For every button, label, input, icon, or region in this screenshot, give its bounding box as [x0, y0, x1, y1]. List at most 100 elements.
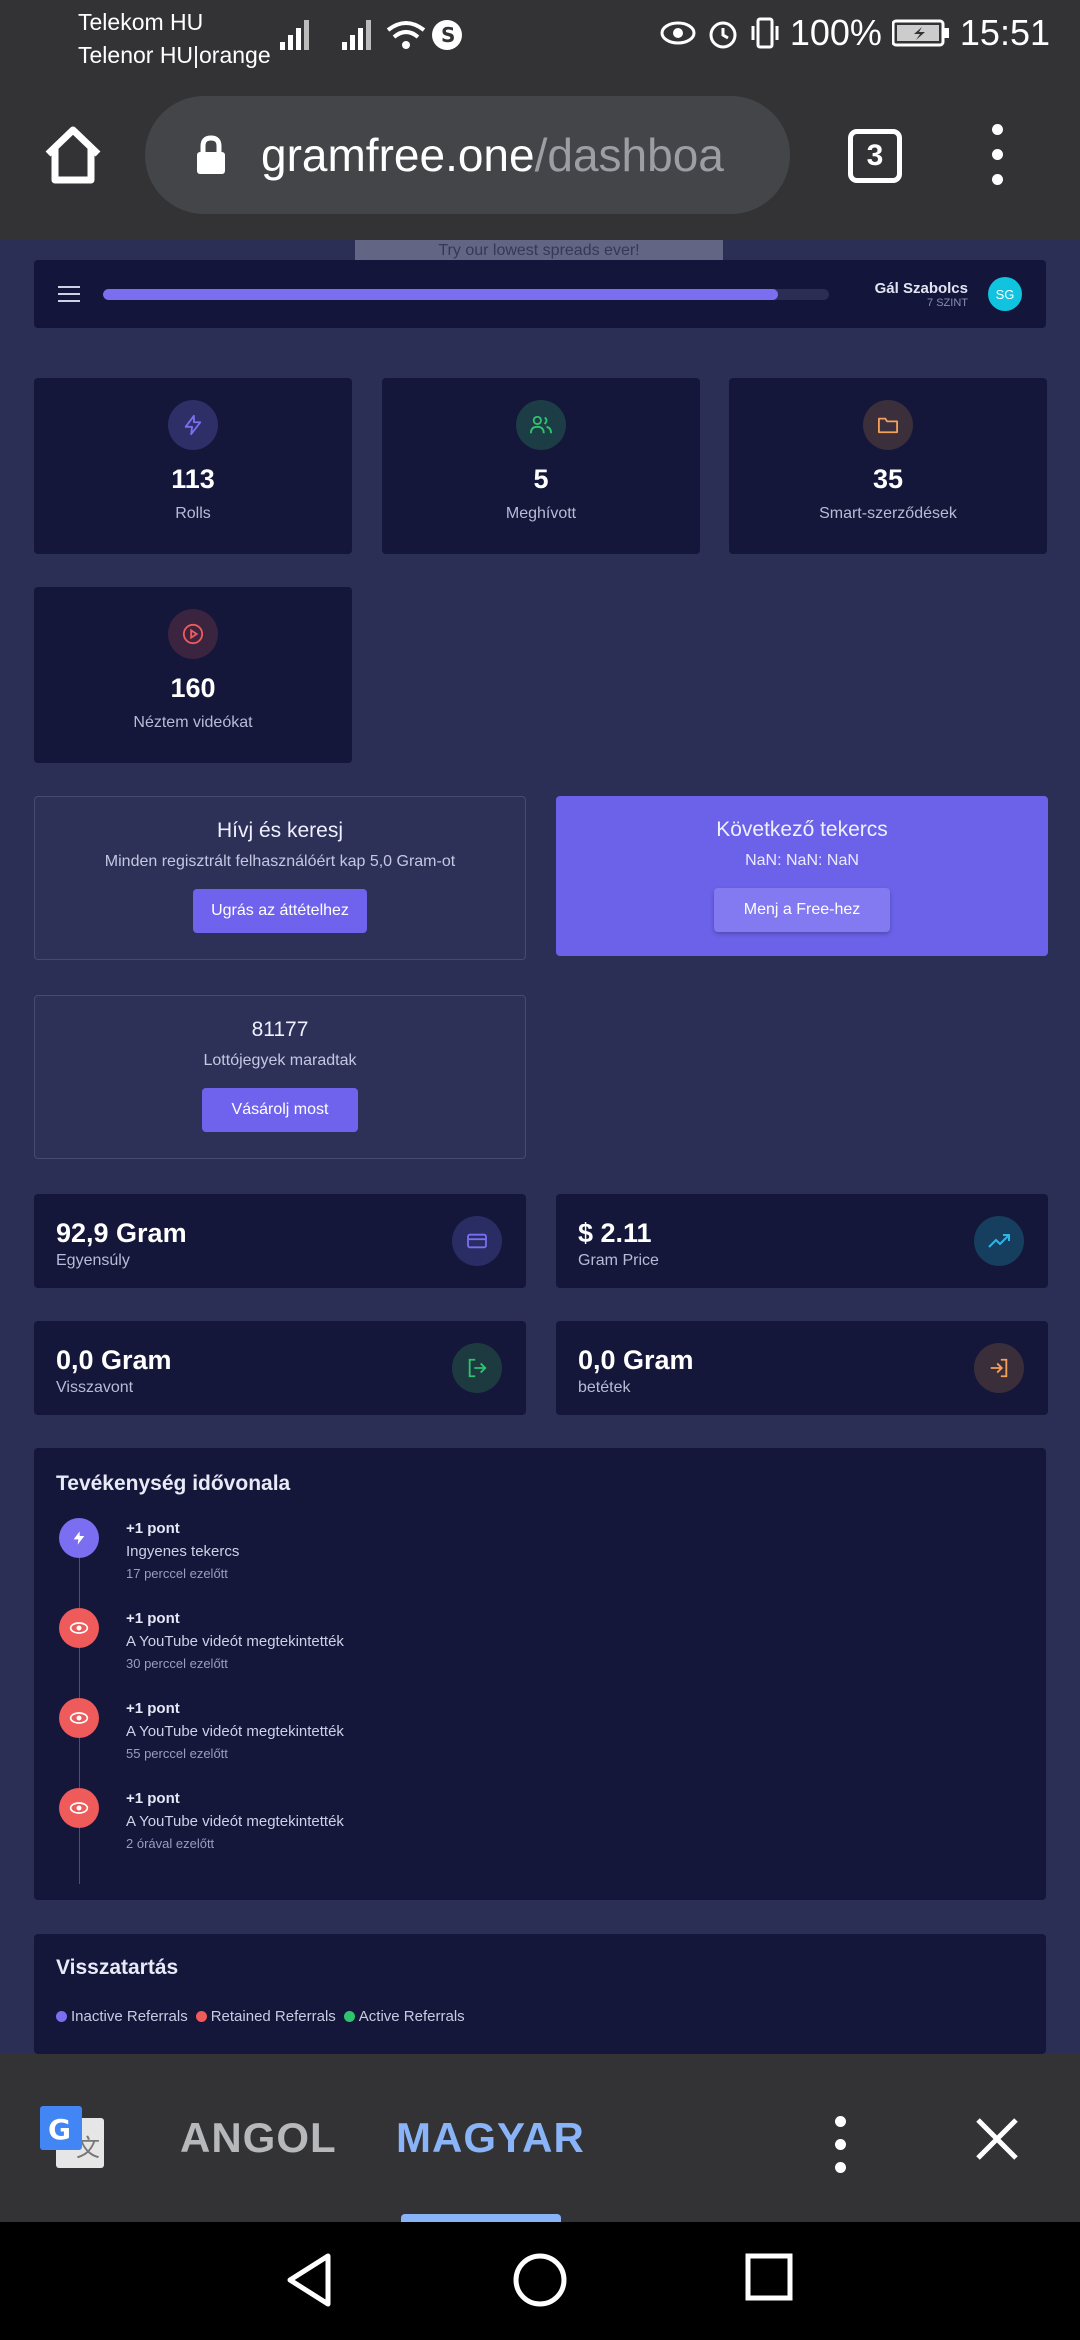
stat-value: 113 — [171, 464, 215, 494]
system-nav-bar — [0, 2222, 1080, 2340]
withdrawn-label: Visszavont — [56, 1379, 134, 1396]
timeline-points: +1 pont — [126, 1790, 180, 1807]
next-roll-countdown: NaN: NaN: NaN — [745, 852, 859, 869]
stat-label: Rolls — [175, 505, 211, 522]
go-to-referral-button[interactable]: Ugrás az áttételhez — [193, 889, 367, 933]
eye-comfort-icon — [660, 21, 696, 45]
stat-value: 5 — [533, 464, 549, 494]
stat-card-contracts: 35 Smart-szerződések — [729, 378, 1047, 554]
battery-percent: 100% — [789, 12, 882, 53]
level-progress-bar — [103, 289, 829, 300]
legend-item-active[interactable]: Active Referrals — [343, 2008, 465, 2025]
browser-menu-icon[interactable] — [982, 124, 1012, 186]
retention-legend: Inactive Referrals Retained Referrals Ac… — [56, 2008, 465, 2025]
timeline-time: 55 perccel ezelőtt — [126, 1746, 228, 1761]
bolt-icon — [59, 1518, 99, 1558]
clock-time: 15:51 — [959, 12, 1050, 53]
retention-card: Visszatartás Inactive Referrals Retained… — [34, 1934, 1046, 2054]
status-right: 100% 15:51 — [660, 12, 1050, 54]
gram-price-label: Gram Price — [578, 1252, 659, 1269]
timeline-points: +1 pont — [126, 1610, 180, 1627]
carrier-2: Telenor HU|orange — [78, 42, 271, 68]
lock-icon — [197, 135, 225, 174]
invite-text: Minden regisztrált felhasználóért kap 5,… — [104, 853, 456, 870]
svg-text:S: S — [441, 23, 455, 47]
stat-label: Néztem videókat — [133, 714, 253, 731]
lottery-count: 81177 — [251, 1018, 309, 1041]
legend-item-inactive[interactable]: Inactive Referrals — [56, 2008, 188, 2025]
withdrawn-card: 0,0 Gram Visszavont — [34, 1321, 526, 1415]
source-language-tab[interactable]: ANGOL — [180, 2114, 337, 2162]
tab-count: 3 — [866, 139, 884, 172]
activity-timeline: Tevékenység idővonala +1 pont Ingyenes t… — [34, 1448, 1046, 1900]
stat-value: 35 — [872, 464, 904, 494]
timeline-time: 17 perccel ezelőtt — [126, 1566, 228, 1581]
deposits-value: 0,0 Gram — [578, 1345, 694, 1375]
recents-icon[interactable] — [744, 2252, 794, 2302]
buy-now-button[interactable]: Vásárolj most — [201, 1088, 359, 1132]
timeline-points: +1 pont — [126, 1520, 180, 1537]
deposits-card: 0,0 Gram betétek — [556, 1321, 1048, 1415]
signal-icon — [280, 20, 309, 50]
back-icon[interactable] — [284, 2252, 336, 2308]
translate-bar: 文 G ANGOL MAGYAR — [0, 2054, 1080, 2222]
status-bar: Telekom HU Telenor HU|orange S 100% 15:5… — [0, 0, 1080, 80]
users-icon — [516, 400, 566, 450]
target-language-tab[interactable]: MAGYAR — [396, 2114, 585, 2162]
stat-card-rolls: 113 Rolls — [34, 378, 352, 554]
home-nav-icon[interactable] — [512, 2252, 568, 2308]
ad-text: Try our lowest spreads ever! — [438, 242, 640, 259]
go-to-free-button[interactable]: Menj a Free-hez — [713, 888, 891, 932]
deposits-label: betétek — [578, 1379, 631, 1396]
stat-card-invited: 5 Meghívott — [382, 378, 700, 554]
hamburger-menu-icon[interactable] — [58, 286, 80, 307]
logout-icon — [452, 1343, 502, 1393]
legend-item-retained[interactable]: Retained Referrals — [195, 2008, 336, 2025]
eye-icon — [59, 1698, 99, 1738]
url-path: /dashboa — [534, 129, 724, 181]
legend-label: Retained Referrals — [210, 2008, 336, 2025]
bolt-icon — [168, 400, 218, 450]
play-icon — [168, 609, 218, 659]
vibrate-icon — [751, 17, 779, 49]
trending-up-icon — [974, 1216, 1024, 1266]
legend-label: Inactive Referrals — [71, 2008, 188, 2025]
next-roll-card: Következő tekercs NaN: NaN: NaN Menj a F… — [556, 796, 1048, 956]
svg-text:G: G — [48, 2113, 71, 2146]
timeline-title: Tevékenység idővonala — [56, 1472, 291, 1495]
gram-price-card: $ 2.11 Gram Price — [556, 1194, 1048, 1288]
invite-card: Hívj és keresj Minden regisztrált felhas… — [34, 796, 526, 960]
timeline-time: 2 órával ezelőtt — [126, 1836, 215, 1851]
alarm-icon — [709, 21, 737, 49]
invite-title: Hívj és keresj — [216, 819, 344, 842]
timeline-desc: A YouTube videót megtekintették — [126, 1723, 344, 1740]
wallet-card-icon — [452, 1216, 502, 1266]
address-bar[interactable]: gramfree.one/dashboa — [145, 96, 790, 214]
google-translate-icon: 文 G — [40, 2106, 104, 2168]
translate-menu-icon[interactable] — [828, 2116, 852, 2173]
folder-icon — [863, 400, 913, 450]
carrier-names: Telekom HU Telenor HU|orange — [78, 6, 271, 72]
lottery-text: Lottójegyek maradtak — [203, 1052, 357, 1069]
stat-card-videos: 160 Néztem videókat — [34, 587, 352, 763]
close-icon[interactable] — [972, 2114, 1022, 2164]
signal-roaming-icon — [342, 20, 371, 50]
lottery-card: 81177 Lottójegyek maradtak Vásárolj most — [34, 995, 526, 1159]
legend-label: Active Referrals — [358, 2008, 465, 2025]
balance-card: 92,9 Gram Egyensúly — [34, 1194, 526, 1288]
browser-toolbar: gramfree.one/dashboa 3 — [0, 80, 1080, 240]
eye-icon — [59, 1608, 99, 1648]
selected-language-indicator — [401, 2214, 561, 2222]
gram-price-value: $ 2.11 — [578, 1218, 652, 1248]
avatar[interactable]: SG — [988, 277, 1022, 311]
timeline-desc: Ingyenes tekercs — [126, 1543, 240, 1560]
home-icon[interactable] — [40, 122, 106, 188]
user-level: 7 SZINT — [927, 297, 968, 309]
balance-value: 92,9 Gram — [56, 1218, 187, 1248]
tab-switcher-button[interactable]: 3 — [848, 129, 902, 183]
stat-label: Meghívott — [505, 505, 577, 522]
user-name[interactable]: Gál Szabolcs — [875, 280, 968, 297]
withdrawn-value: 0,0 Gram — [56, 1345, 172, 1375]
eye-icon — [59, 1788, 99, 1828]
battery-icon — [891, 19, 949, 47]
